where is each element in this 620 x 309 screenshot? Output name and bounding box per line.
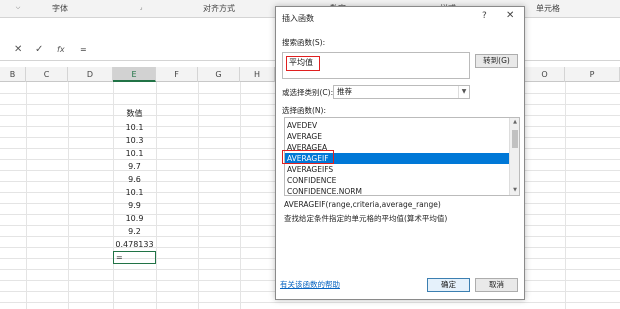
chevron-down-icon[interactable]: ▼ [458, 86, 469, 98]
ribbon-group-font: 字体 [52, 4, 68, 13]
cell-header-value[interactable]: 数值 [113, 108, 156, 119]
function-item-avedev[interactable]: AVEDEV [285, 120, 509, 131]
search-value[interactable]: 平均值 [286, 56, 320, 71]
function-help-link[interactable]: 有关该函数的帮助 [280, 279, 340, 290]
column-header-p[interactable]: P [565, 67, 620, 82]
column-header-o[interactable]: O [525, 67, 565, 82]
cancel-button[interactable]: 取消 [475, 278, 518, 292]
cell-value[interactable]: 9.9 [113, 200, 156, 211]
enter-icon[interactable]: ✓ [35, 44, 43, 55]
column-header-h[interactable]: H [240, 67, 275, 82]
select-function-label: 选择函数(N): [282, 106, 326, 115]
cell-value[interactable]: 10.9 [113, 213, 156, 224]
scroll-down-icon[interactable]: ▼ [510, 186, 519, 195]
function-item-average[interactable]: AVERAGE [285, 131, 509, 142]
active-cell[interactable]: = [113, 251, 156, 264]
category-value: 推荐 [337, 87, 352, 96]
function-item-averageifs[interactable]: AVERAGEIFS [285, 164, 509, 175]
function-description: 查找给定条件指定的单元格的平均值(算术平均值) [284, 214, 448, 223]
grid-line [565, 82, 566, 309]
insert-function-dialog: 插入函数 ? ✕ 搜索函数(S): 平均值 转到(G) 或选择类别(C): 推荐… [275, 6, 525, 300]
cell-value[interactable]: 9.6 [113, 174, 156, 185]
category-select[interactable]: 推荐 ▼ [333, 85, 470, 99]
cell-value[interactable]: 10.1 [113, 122, 156, 133]
column-header-b[interactable]: B [0, 67, 26, 82]
cell-value[interactable]: 9.2 [113, 226, 156, 237]
ribbon-group-cells: 单元格 [536, 4, 560, 13]
grid-line [198, 82, 199, 309]
go-button[interactable]: 转到(G) [475, 54, 518, 68]
ok-button[interactable]: 确定 [427, 278, 470, 292]
cell-value[interactable]: 10.1 [113, 148, 156, 159]
grid-line [26, 82, 27, 309]
search-label: 搜索函数(S): [282, 38, 326, 47]
search-input[interactable]: 平均值 [282, 52, 470, 79]
cell-value[interactable]: 0.478133 [113, 239, 156, 250]
dialog-title: 插入函数 [282, 14, 314, 23]
name-box-edge [0, 43, 4, 59]
column-header-d[interactable]: D [68, 67, 113, 82]
column-header-f[interactable]: F [156, 67, 198, 82]
function-syntax: AVERAGEIF(range,criteria,average_range) [284, 200, 441, 209]
font-launcher-icon[interactable]: ⌟ [137, 4, 145, 12]
selection-highlight-box [282, 150, 334, 164]
insert-function-icon[interactable]: fx [57, 45, 65, 54]
function-list-scrollbar[interactable]: ▲ ▼ [509, 118, 519, 195]
grid-line [68, 82, 69, 309]
grid-line [156, 82, 157, 309]
function-item-confidence-norm[interactable]: CONFIDENCE.NORM [285, 186, 509, 195]
column-header-c[interactable]: C [26, 67, 68, 82]
cell-value[interactable]: 10.3 [113, 135, 156, 146]
cell-value[interactable]: 9.7 [113, 161, 156, 172]
cancel-icon[interactable]: ✕ [14, 44, 22, 55]
ribbon-group-alignment: 对齐方式 [203, 4, 235, 13]
scroll-up-icon[interactable]: ▲ [510, 118, 519, 127]
scroll-thumb[interactable] [512, 130, 518, 148]
cell-value[interactable]: 10.1 [113, 187, 156, 198]
close-icon[interactable]: ✕ [506, 10, 514, 21]
dialog-launcher-icon[interactable]: ⌵ [14, 4, 22, 12]
formula-content[interactable]: = [80, 45, 87, 54]
function-item-confidence[interactable]: CONFIDENCE [285, 175, 509, 186]
column-header-g[interactable]: G [198, 67, 240, 82]
column-header-e[interactable]: E [113, 67, 156, 82]
category-label: 或选择类别(C): [282, 88, 334, 97]
grid-line [240, 82, 241, 309]
grid-line [0, 302, 620, 303]
help-icon[interactable]: ? [482, 11, 487, 21]
